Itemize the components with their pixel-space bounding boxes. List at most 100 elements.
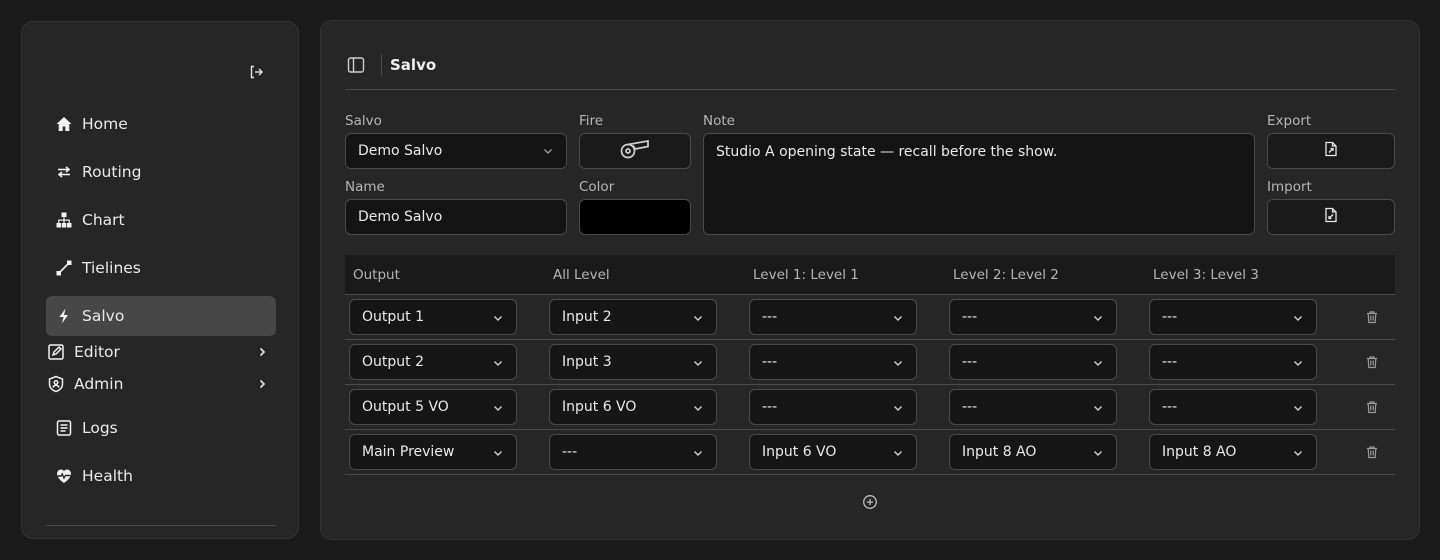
logout-icon[interactable] [246,62,266,82]
all-level-select[interactable]: --- [549,434,717,470]
fire-button[interactable] [579,133,691,169]
level-1-select[interactable]: --- [749,299,917,335]
main-panel: Salvo Salvo Fire Note Export Demo Salvo … [320,20,1420,540]
sidebar-item-label: Logs [82,419,118,437]
column-header: Level 1: Level 1 [753,267,859,283]
all-level-select[interactable]: Input 2 [549,299,717,335]
select-value: --- [962,309,978,325]
trash-icon[interactable] [1363,398,1381,416]
level-2-select[interactable]: --- [949,344,1117,380]
export-label: Export [1267,113,1312,129]
column-header: Output [353,267,400,283]
level-1-select[interactable]: Input 6 VO [749,434,917,470]
select-value: --- [1162,399,1178,415]
select-value: Input 8 AO [962,444,1037,460]
salvo-select-value: Demo Salvo [358,143,443,159]
chevron-down-icon [692,447,704,459]
table-row: Output 5 VO Input 6 VO --- --- --- [345,385,1395,430]
chevron-down-icon [1092,312,1104,324]
sidebar-item-label: Admin [74,375,124,393]
table-header: Output All Level Level 1: Level 1 Level … [345,255,1395,295]
sidebar-item-admin[interactable]: Admin [46,368,276,400]
name-label: Name [345,179,385,195]
sidebar-item-routing[interactable]: Routing [46,152,276,192]
select-value: --- [762,309,778,325]
chevron-down-icon [692,312,704,324]
select-value: --- [962,399,978,415]
sidebar-item-editor[interactable]: Editor [46,336,276,368]
page-title: Salvo [390,56,437,74]
file-export-icon [1324,141,1338,161]
column-header: Level 2: Level 2 [953,267,1059,283]
level-3-select[interactable]: Input 8 AO [1149,434,1317,470]
output-select[interactable]: Output 5 VO [349,389,517,425]
all-level-select[interactable]: Input 3 [549,344,717,380]
level-2-select[interactable]: --- [949,389,1117,425]
header-rule [345,89,1395,90]
select-value: --- [762,354,778,370]
sidebar-item-salvo[interactable]: Salvo [46,296,276,336]
sidebar-item-label: Health [82,467,133,485]
home-icon [54,114,74,134]
select-value: Input 6 VO [762,444,837,460]
file-import-icon [1324,207,1338,227]
sidebar-toggle-icon[interactable] [345,54,367,76]
sidebar-item-logs[interactable]: Logs [46,408,276,448]
chevron-down-icon [1092,402,1104,414]
color-picker[interactable] [579,199,691,235]
import-label: Import [1267,179,1312,195]
level-3-select[interactable]: --- [1149,389,1317,425]
level-2-select[interactable]: Input 8 AO [949,434,1117,470]
trash-icon[interactable] [1363,353,1381,371]
level-2-select[interactable]: --- [949,299,1117,335]
edit-box-icon [46,342,66,362]
level-3-select[interactable]: --- [1149,344,1317,380]
bolt-icon [54,306,74,326]
level-1-select[interactable]: --- [749,344,917,380]
chevron-down-icon [892,402,904,414]
salvo-table: Output All Level Level 1: Level 1 Level … [345,255,1395,475]
table-row: Output 2 Input 3 --- --- --- [345,340,1395,385]
output-select[interactable]: Main Preview [349,434,517,470]
all-level-select[interactable]: Input 6 VO [549,389,717,425]
import-button[interactable] [1267,199,1395,235]
table-row: Main Preview --- Input 6 VO Input 8 AO Input… [345,430,1395,475]
note-textarea[interactable]: Studio A opening state — recall before t… [703,133,1255,235]
chevron-down-icon [892,447,904,459]
trash-icon[interactable] [1363,443,1381,461]
chevron-right-icon [252,374,272,394]
sidebar-item-chart[interactable]: Chart [46,200,276,240]
chevron-down-icon [892,312,904,324]
output-select[interactable]: Output 2 [349,344,517,380]
level-1-select[interactable]: --- [749,389,917,425]
trash-icon[interactable] [1363,308,1381,326]
whistle-icon [619,138,651,164]
chevron-down-icon [1292,312,1304,324]
sidebar-item-label: Editor [74,343,120,361]
level-3-select[interactable]: --- [1149,299,1317,335]
sidebar-item-health[interactable]: Health [46,456,276,496]
name-input[interactable]: Demo Salvo [345,199,567,235]
add-row-icon[interactable] [861,493,879,511]
sidebar-item-label: Salvo [82,307,125,325]
select-value: Main Preview [362,444,455,460]
salvo-select[interactable]: Demo Salvo [345,133,567,169]
output-select[interactable]: Output 1 [349,299,517,335]
sidebar-item-home[interactable]: Home [46,104,276,144]
sidebar-item-label: Home [82,115,128,133]
select-value: --- [1162,309,1178,325]
export-button[interactable] [1267,133,1395,169]
column-header: Level 3: Level 3 [1153,267,1259,283]
link-diagonal-icon [54,258,74,278]
select-value: Output 2 [362,354,424,370]
chevron-down-icon [492,447,504,459]
sidebar-divider [46,525,276,526]
sidebar-item-label: Chart [82,211,125,229]
chevron-down-icon [1292,447,1304,459]
select-value: --- [962,354,978,370]
shield-user-icon [46,374,66,394]
color-label: Color [579,179,615,195]
heart-pulse-icon [54,466,74,486]
sidebar-item-tielines[interactable]: Tielines [46,248,276,288]
select-value: Input 2 [562,309,612,325]
